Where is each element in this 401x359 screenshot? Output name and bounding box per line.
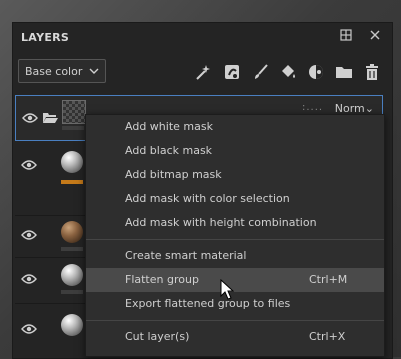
mask-icon[interactable]	[307, 63, 325, 81]
eye-icon[interactable]	[22, 112, 38, 124]
thumbnail-bar	[61, 290, 83, 294]
menu-item-label: Add black mask	[125, 144, 213, 157]
folder-icon[interactable]	[335, 63, 353, 81]
menu-item-shortcut: Ctrl+X	[309, 330, 346, 343]
eye-icon[interactable]	[21, 229, 37, 241]
effect-icon[interactable]	[223, 63, 241, 81]
menu-item-export-flattened-group[interactable]: Export flattened group to files	[86, 292, 384, 316]
menu-item-add-white-mask[interactable]: Add white mask	[86, 115, 384, 139]
menu-item-add-black-mask[interactable]: Add black mask	[86, 139, 384, 163]
layer-thumbnail	[61, 264, 83, 286]
folder-open-icon	[43, 113, 58, 123]
thumbnail-bar	[62, 126, 84, 130]
menu-item-create-smart-material[interactable]: Create smart material	[86, 244, 384, 268]
fill-bucket-icon[interactable]	[279, 63, 297, 81]
menu-item-label: Flatten group	[125, 273, 199, 286]
chevron-down-icon	[89, 68, 99, 74]
menu-item-label: Export flattened group to files	[125, 297, 291, 310]
menu-item-flatten-group[interactable]: Flatten group Ctrl+M	[86, 268, 384, 292]
magic-wand-icon[interactable]	[194, 63, 212, 81]
menu-item-label: Add mask with color selection	[125, 192, 290, 205]
opacity-dots: :....	[302, 102, 324, 113]
menu-separator	[86, 239, 384, 240]
panel-title: LAYERS	[21, 31, 70, 44]
menu-item-label: Add mask with height combination	[125, 216, 317, 229]
layer-thumbnail	[61, 151, 83, 173]
dock-icon[interactable]	[337, 29, 355, 47]
menu-item-add-bitmap-mask[interactable]: Add bitmap mask	[86, 163, 384, 187]
channel-dropdown-label: Base color	[25, 65, 83, 78]
menu-item-label: Add bitmap mask	[125, 168, 222, 181]
group-thumbnail	[62, 100, 86, 124]
menu-separator	[86, 320, 384, 321]
context-menu: Add white mask Add black mask Add bitmap…	[85, 114, 385, 357]
layer-thumbnail	[61, 314, 83, 336]
close-icon[interactable]	[366, 29, 384, 47]
trash-icon[interactable]	[363, 63, 381, 81]
menu-item-add-mask-height-combination[interactable]: Add mask with height combination	[86, 211, 384, 235]
mouse-cursor-icon	[220, 279, 234, 300]
menu-item-label: Add white mask	[125, 120, 213, 133]
menu-item-add-mask-color-selection[interactable]: Add mask with color selection	[86, 187, 384, 211]
menu-item-cut-layers[interactable]: Cut layer(s) Ctrl+X	[86, 325, 384, 349]
menu-item-label: Create smart material	[125, 249, 247, 262]
layers-toolbar: Base color	[13, 55, 392, 89]
thumbnail-bar	[61, 247, 83, 251]
eye-icon[interactable]	[21, 159, 37, 171]
brush-icon[interactable]	[252, 63, 270, 81]
channel-dropdown[interactable]: Base color	[18, 59, 106, 83]
material-thumbnail	[61, 221, 83, 243]
menu-item-label: Cut layer(s)	[125, 330, 190, 343]
eye-icon[interactable]	[21, 273, 37, 285]
eye-icon[interactable]	[21, 323, 37, 335]
panel-header: LAYERS	[13, 23, 392, 53]
mask-bar	[61, 180, 83, 184]
menu-item-shortcut: Ctrl+M	[309, 273, 348, 286]
